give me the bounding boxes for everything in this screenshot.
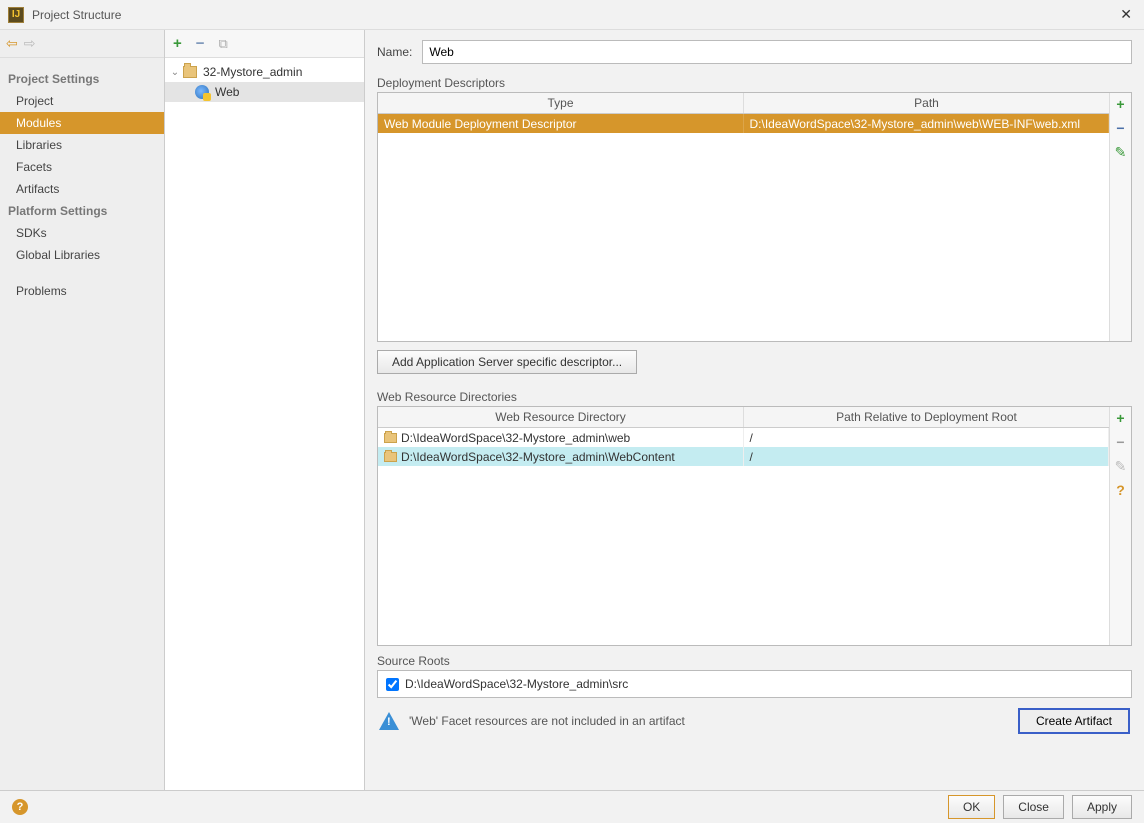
close-button[interactable]: Close: [1003, 795, 1064, 819]
source-root-path: D:\IdeaWordSpace\32-Mystore_admin\src: [405, 677, 628, 691]
resources-col-path: Path Relative to Deployment Root: [744, 407, 1109, 427]
sidebar-item-artifacts[interactable]: Artifacts: [0, 178, 164, 200]
chevron-down-icon[interactable]: ⌄: [169, 67, 181, 78]
source-root-checkbox[interactable]: [386, 678, 399, 691]
resource-path: /: [744, 428, 1110, 447]
create-artifact-button[interactable]: Create Artifact: [1018, 708, 1130, 734]
sidebar-item-sdks[interactable]: SDKs: [0, 222, 164, 244]
add-server-descriptor-button[interactable]: Add Application Server specific descript…: [377, 350, 637, 374]
resource-dir: D:\IdeaWordSpace\32-Mystore_admin\WebCon…: [401, 450, 675, 464]
descriptor-edit-icon[interactable]: ✎: [1115, 145, 1127, 159]
sidebar-group-project-settings: Project Settings: [0, 68, 164, 90]
apply-button[interactable]: Apply: [1072, 795, 1132, 819]
folder-icon: [384, 433, 397, 443]
sidebar-item-facets[interactable]: Facets: [0, 156, 164, 178]
descriptors-col-type: Type: [378, 93, 744, 113]
folder-icon: [384, 452, 397, 462]
descriptor-add-icon[interactable]: +: [1116, 97, 1124, 111]
sidebar-item-problems[interactable]: Problems: [0, 280, 164, 302]
titlebar: IJ Project Structure ✕: [0, 0, 1144, 30]
help-icon[interactable]: ?: [12, 799, 28, 815]
tree-node-web[interactable]: Web: [165, 82, 364, 102]
module-icon: [183, 66, 197, 78]
descriptor-type: Web Module Deployment Descriptor: [378, 114, 744, 133]
sidebar-item-global-libraries[interactable]: Global Libraries: [0, 244, 164, 266]
resource-add-icon[interactable]: +: [1116, 411, 1124, 425]
resource-row[interactable]: D:\IdeaWordSpace\32-Mystore_admin\WebCon…: [378, 447, 1109, 466]
resource-edit-icon[interactable]: ✎: [1115, 459, 1127, 473]
descriptor-row[interactable]: Web Module Deployment Descriptor D:\Idea…: [378, 114, 1109, 133]
dialog-footer: ? OK Close Apply: [0, 790, 1144, 823]
source-roots-section-label: Source Roots: [377, 654, 1132, 668]
nav-forward-icon[interactable]: ⇨: [24, 35, 36, 52]
app-icon: IJ: [8, 7, 24, 23]
descriptors-section-label: Deployment Descriptors: [377, 76, 1132, 90]
sidebar: ⇦ ⇨ Project Settings Project Modules Lib…: [0, 30, 165, 790]
sidebar-group-platform-settings: Platform Settings: [0, 200, 164, 222]
name-label: Name:: [377, 45, 412, 59]
tree-add-icon[interactable]: +: [173, 35, 182, 52]
window-title: Project Structure: [32, 8, 121, 22]
resources-section-label: Web Resource Directories: [377, 390, 1132, 404]
resources-table: Web Resource Directory Path Relative to …: [377, 406, 1132, 646]
tree-copy-icon[interactable]: ⧉: [219, 36, 228, 52]
nav-back-icon[interactable]: ⇦: [6, 35, 18, 52]
resource-dir: D:\IdeaWordSpace\32-Mystore_admin\web: [401, 431, 630, 445]
sidebar-item-project[interactable]: Project: [0, 90, 164, 112]
source-roots-box: D:\IdeaWordSpace\32-Mystore_admin\src: [377, 670, 1132, 698]
resources-col-dir: Web Resource Directory: [378, 407, 744, 427]
resource-row[interactable]: D:\IdeaWordSpace\32-Mystore_admin\web /: [378, 428, 1109, 447]
warning-text: 'Web' Facet resources are not included i…: [409, 714, 1008, 728]
descriptors-col-path: Path: [744, 93, 1109, 113]
descriptors-table: Type Path Web Module Deployment Descript…: [377, 92, 1132, 342]
tree-node-module-label: 32-Mystore_admin: [203, 65, 302, 79]
warning-icon: [379, 712, 399, 730]
tree-node-web-label: Web: [215, 85, 239, 99]
tree-node-module[interactable]: ⌄ 32-Mystore_admin: [165, 62, 364, 82]
content-panel: Name: Deployment Descriptors Type Path W…: [365, 30, 1144, 790]
descriptor-path: D:\IdeaWordSpace\32-Mystore_admin\web\WE…: [744, 114, 1110, 133]
resource-remove-icon[interactable]: −: [1116, 435, 1124, 449]
close-icon[interactable]: ✕: [1116, 6, 1136, 23]
sidebar-item-libraries[interactable]: Libraries: [0, 134, 164, 156]
resource-path: /: [744, 447, 1110, 466]
sidebar-item-modules[interactable]: Modules: [0, 112, 164, 134]
descriptor-remove-icon[interactable]: −: [1116, 121, 1124, 135]
resource-help-icon[interactable]: ?: [1116, 483, 1125, 497]
tree-remove-icon[interactable]: −: [196, 35, 205, 52]
module-tree-panel: + − ⧉ ⌄ 32-Mystore_admin Web: [165, 30, 365, 790]
name-input[interactable]: [422, 40, 1132, 64]
web-facet-icon: [195, 85, 209, 99]
ok-button[interactable]: OK: [948, 795, 995, 819]
